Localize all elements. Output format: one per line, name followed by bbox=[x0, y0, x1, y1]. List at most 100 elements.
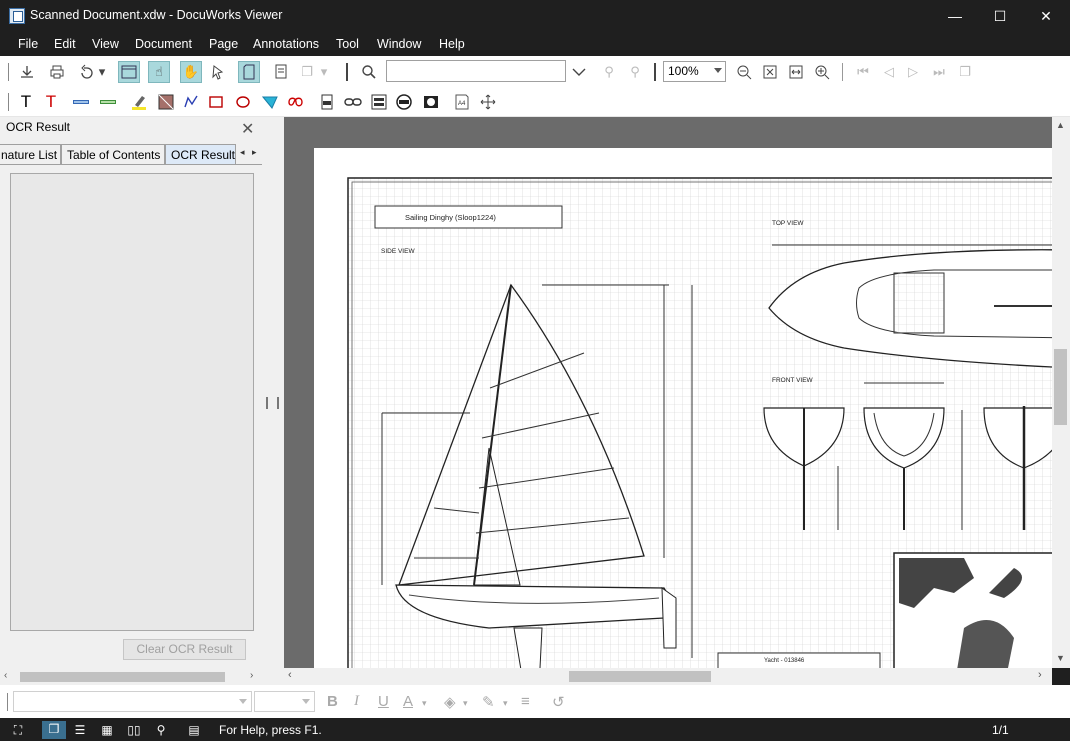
close-icon[interactable]: ✕ bbox=[241, 119, 254, 139]
chevron-down-icon[interactable]: ▾ bbox=[463, 698, 468, 709]
menu-view[interactable]: View bbox=[92, 37, 119, 51]
document-viewer[interactable]: Sailing Dinghy (Sloop1224) SIDE VIEW TOP… bbox=[284, 117, 1052, 668]
single-page-icon[interactable]: ❐ bbox=[42, 721, 66, 739]
two-page-icon[interactable]: ▯▯ bbox=[126, 722, 142, 738]
maximize-button[interactable]: ☐ bbox=[977, 0, 1023, 33]
blue-line-icon[interactable] bbox=[70, 91, 92, 113]
scroll-right-icon[interactable]: › bbox=[1038, 669, 1042, 681]
minimize-button[interactable]: — bbox=[932, 0, 978, 33]
font-color-icon[interactable]: A bbox=[403, 693, 413, 710]
find-previous-icon[interactable]: ⚲ bbox=[598, 61, 620, 83]
ocr-result-text-area[interactable] bbox=[10, 173, 254, 631]
scroll-left-icon[interactable]: ‹ bbox=[288, 669, 292, 681]
rectangle-icon[interactable] bbox=[205, 91, 227, 113]
marker-icon[interactable] bbox=[128, 91, 150, 113]
italic-icon[interactable]: I bbox=[354, 693, 359, 710]
attach-file-icon[interactable] bbox=[316, 91, 338, 113]
scrollbar-thumb[interactable] bbox=[1054, 349, 1067, 425]
tab-ocr-result[interactable]: OCR Result bbox=[165, 144, 236, 165]
rectangle-fill-icon[interactable] bbox=[155, 91, 177, 113]
page-icon[interactable] bbox=[238, 61, 260, 83]
viewer-vertical-scrollbar[interactable]: ▲ ▼ bbox=[1052, 117, 1070, 668]
zoom-in-icon[interactable] bbox=[811, 61, 833, 83]
save-icon[interactable] bbox=[16, 61, 38, 83]
chevron-down-icon[interactable]: ▾ bbox=[422, 698, 427, 709]
tab-signature-list[interactable]: nature List bbox=[0, 144, 61, 165]
freehand-icon[interactable] bbox=[284, 91, 306, 113]
text-annotation-icon[interactable]: T bbox=[15, 91, 37, 113]
search-icon[interactable] bbox=[358, 61, 380, 83]
menu-tool[interactable]: Tool bbox=[336, 37, 359, 51]
menu-document[interactable]: Document bbox=[135, 37, 192, 51]
find-next-icon[interactable]: ⚲ bbox=[624, 61, 646, 83]
underline-icon[interactable]: U bbox=[378, 693, 389, 710]
ellipse-icon[interactable] bbox=[232, 91, 254, 113]
scroll-right-icon[interactable]: › bbox=[250, 670, 253, 681]
line-style-icon[interactable]: ≡ bbox=[521, 693, 530, 710]
panel-splitter[interactable] bbox=[262, 117, 284, 685]
menu-edit[interactable]: Edit bbox=[54, 37, 76, 51]
round-stamp-icon[interactable] bbox=[420, 91, 442, 113]
reset-icon[interactable]: ↺ bbox=[552, 693, 565, 711]
panel-horizontal-scrollbar[interactable]: ‹ › bbox=[0, 668, 262, 685]
red-text-annotation-icon[interactable]: T bbox=[40, 91, 62, 113]
thumbnail-icon[interactable]: ▦ bbox=[99, 722, 115, 738]
print-icon[interactable] bbox=[46, 61, 68, 83]
previous-page-icon[interactable]: ◁ bbox=[878, 61, 900, 83]
viewer-horizontal-scrollbar[interactable]: ‹ › bbox=[284, 668, 1052, 685]
next-page-icon[interactable]: ▷ bbox=[902, 61, 924, 83]
scroll-down-icon[interactable]: ▼ bbox=[1056, 653, 1065, 663]
rotate-icon[interactable] bbox=[76, 61, 98, 83]
scrollbar-thumb[interactable] bbox=[569, 671, 711, 682]
menu-annotations[interactable]: Annotations bbox=[253, 37, 319, 51]
document-properties-icon[interactable] bbox=[270, 61, 292, 83]
chevron-down-icon[interactable]: ▾ bbox=[503, 698, 508, 709]
properties-icon[interactable]: ▤ bbox=[186, 722, 202, 738]
last-page-icon[interactable]: ⏭ bbox=[928, 61, 950, 83]
select-hand-icon[interactable]: ☝ bbox=[148, 61, 170, 83]
font-name-select[interactable] bbox=[13, 691, 252, 712]
bold-icon[interactable]: B bbox=[327, 693, 338, 710]
continuous-page-icon[interactable]: ☰ bbox=[72, 722, 88, 738]
date-stamp-icon[interactable] bbox=[393, 91, 415, 113]
first-page-icon[interactable]: ⏮ bbox=[852, 61, 874, 83]
fill-color-icon[interactable]: ◈ bbox=[444, 693, 456, 711]
tab-scroll-left-icon[interactable]: ◂ bbox=[240, 147, 245, 158]
tab-table-of-contents[interactable]: Table of Contents bbox=[61, 144, 165, 165]
scroll-up-icon[interactable]: ▲ bbox=[1056, 120, 1065, 130]
menu-file[interactable]: File bbox=[18, 37, 38, 51]
zoom-select[interactable]: 100% bbox=[663, 61, 726, 82]
search-input[interactable] bbox=[386, 60, 566, 82]
copy-dropdown-icon[interactable]: ▾ bbox=[318, 61, 330, 83]
page-size-icon[interactable]: A4 bbox=[451, 91, 473, 113]
clear-ocr-result-button[interactable]: Clear OCR Result bbox=[123, 639, 246, 660]
close-button[interactable]: ✕ bbox=[1023, 0, 1069, 33]
hand-tool-icon[interactable]: ✋ bbox=[180, 61, 202, 83]
move-icon[interactable] bbox=[477, 91, 499, 113]
scroll-left-icon[interactable]: ‹ bbox=[4, 670, 7, 681]
page-list-icon[interactable]: ❐ bbox=[954, 61, 976, 83]
zoom-out-icon[interactable] bbox=[733, 61, 755, 83]
page-view-icon[interactable] bbox=[118, 61, 140, 83]
green-line-icon[interactable] bbox=[97, 91, 119, 113]
stamp-icon[interactable] bbox=[368, 91, 390, 113]
rotate-dropdown-icon[interactable]: ▾ bbox=[96, 61, 108, 83]
polyline-icon[interactable] bbox=[180, 91, 202, 113]
fit-page-icon[interactable] bbox=[759, 61, 781, 83]
line-color-icon[interactable]: ✎ bbox=[482, 693, 495, 711]
polygon-icon[interactable] bbox=[259, 91, 281, 113]
fit-width-icon[interactable] bbox=[785, 61, 807, 83]
menu-window[interactable]: Window bbox=[377, 37, 421, 51]
copy-pages-icon[interactable]: ❐ bbox=[296, 61, 318, 83]
font-size-select[interactable] bbox=[254, 691, 315, 712]
zoom-value: 100% bbox=[668, 64, 699, 78]
fullscreen-icon[interactable]: ⛶ bbox=[10, 722, 26, 738]
scrollbar-thumb[interactable] bbox=[20, 672, 225, 682]
menu-page[interactable]: Page bbox=[209, 37, 238, 51]
menu-help[interactable]: Help bbox=[439, 37, 465, 51]
link-icon[interactable] bbox=[342, 91, 364, 113]
pointer-tool-icon[interactable] bbox=[208, 61, 230, 83]
pin-icon[interactable]: ⚲ bbox=[153, 722, 169, 738]
search-dropdown-icon[interactable] bbox=[568, 61, 590, 83]
tab-scroll-right-icon[interactable]: ▸ bbox=[252, 147, 257, 158]
